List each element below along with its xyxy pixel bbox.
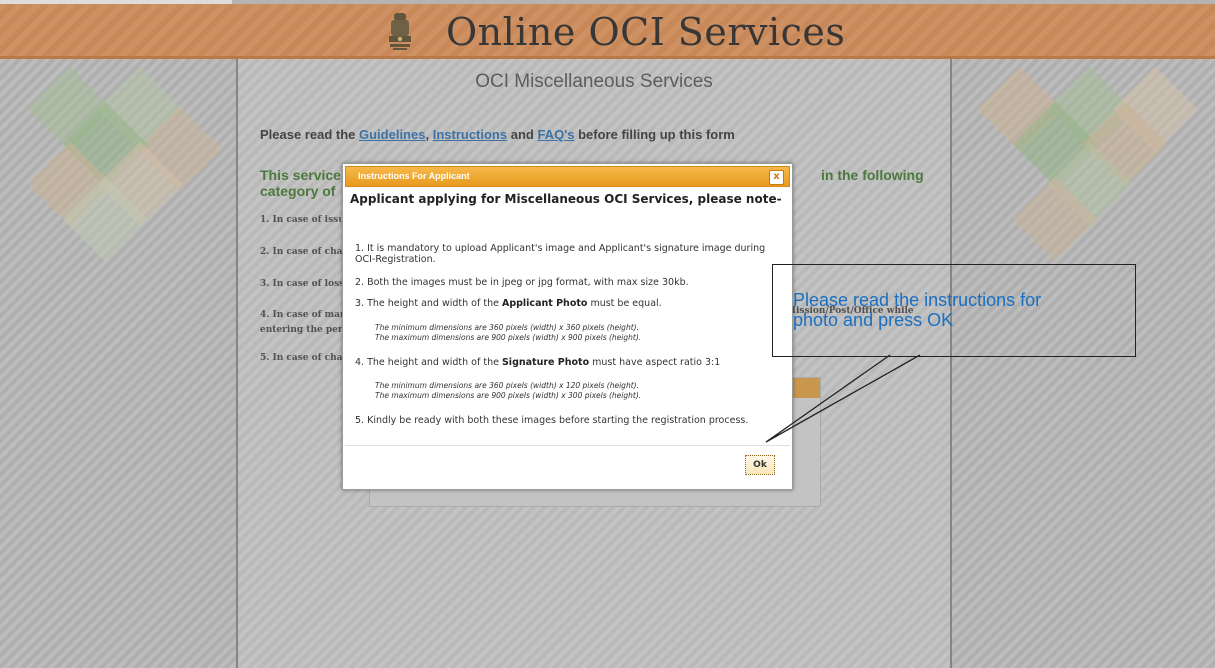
- callout-text: Please read the instructions for photo a…: [793, 290, 1042, 330]
